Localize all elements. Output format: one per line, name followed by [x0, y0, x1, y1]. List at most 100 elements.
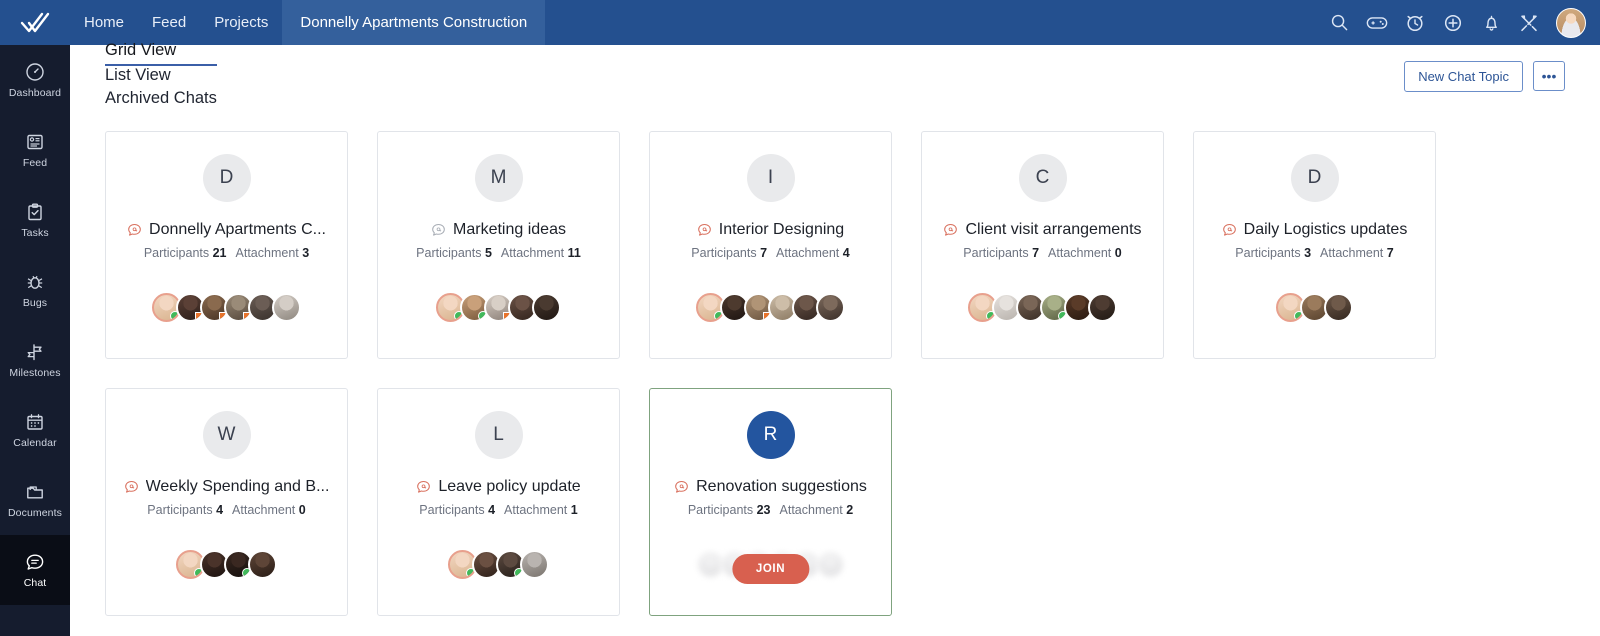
attachment-label: Attachment — [235, 246, 299, 260]
participant-avatars — [106, 550, 347, 579]
chat-avatar-initial: L — [474, 411, 523, 459]
chat-title-row: Daily Logistics updates — [1194, 221, 1435, 239]
participant-avatar[interactable] — [816, 550, 845, 579]
participant-avatars — [650, 293, 891, 322]
chat-title-row: Marketing ideas — [378, 221, 619, 239]
chat-avatar-initial: W — [202, 411, 251, 459]
sidebar-item-feed[interactable]: Feed — [0, 115, 70, 185]
chat-card[interactable]: I Interior Designing Participants 7 Attachm… — [649, 131, 892, 359]
mention-bubble-icon — [124, 480, 138, 493]
timer-clock-icon[interactable] — [1398, 6, 1432, 40]
user-avatar[interactable] — [1556, 7, 1586, 38]
participant-avatar[interactable] — [520, 550, 549, 579]
participants-label: Participants — [691, 246, 757, 260]
attachment-label: Attachment — [779, 503, 843, 517]
sidebar-item-tasks[interactable]: Tasks — [0, 185, 70, 255]
chat-avatar-initial: R — [746, 411, 795, 459]
game-controller-icon[interactable] — [1360, 6, 1394, 40]
chat-meta: Participants 23 Attachment 2 — [650, 503, 891, 517]
participants-count: 21 — [212, 246, 227, 260]
speedometer-icon — [25, 62, 45, 82]
calendar-icon — [25, 412, 45, 432]
attachment-count: 4 — [842, 246, 850, 260]
attachment-count: 0 — [298, 503, 306, 517]
signpost-icon — [25, 342, 45, 362]
chat-card[interactable]: R Renovation suggestions Participants 23 At… — [649, 388, 892, 616]
chat-card[interactable]: C Client visit arrangements Participants 7… — [921, 131, 1164, 359]
sidebar-item-chat[interactable]: Chat — [0, 535, 70, 605]
chat-card[interactable]: L Leave policy update Participants 4 Attach… — [377, 388, 620, 616]
participant-avatars — [106, 293, 347, 322]
topnav-item-projects[interactable]: Projects — [200, 0, 282, 45]
chat-avatar-initial: M — [474, 154, 523, 202]
chat-meta: Participants 7 Attachment 0 — [922, 246, 1163, 260]
topnav-item-donnelly-apartments-construction[interactable]: Donnelly Apartments Construction — [282, 0, 546, 45]
participant-avatars — [378, 550, 619, 579]
participants-count: 3 — [1304, 246, 1312, 260]
topnav-item-feed[interactable]: Feed — [138, 0, 200, 45]
view-tabs: Grid View List View Archived Chats — [105, 41, 245, 112]
participants-label: Participants — [416, 246, 482, 260]
sidebar-item-bugs[interactable]: Bugs — [0, 255, 70, 325]
sidebar-item-label: Bugs — [22, 296, 48, 309]
participant-avatar[interactable] — [532, 293, 561, 322]
tab-list-view[interactable]: List View — [105, 66, 217, 89]
sidebar-item-milestones[interactable]: Milestones — [0, 325, 70, 395]
participant-avatars — [378, 293, 619, 322]
chat-meta: Participants 21 Attachment 3 — [106, 246, 347, 260]
chat-card[interactable]: M Marketing ideas Participants 5 Attachment… — [377, 131, 620, 359]
participant-avatar[interactable] — [248, 550, 277, 579]
search-icon[interactable] — [1322, 6, 1356, 40]
attachment-label: Attachment — [232, 503, 296, 517]
chat-title: Daily Logistics updates — [1243, 221, 1408, 238]
chat-title: Weekly Spending and B... — [145, 478, 330, 495]
add-plus-icon[interactable] — [1436, 6, 1470, 40]
notifications-bell-icon[interactable] — [1474, 6, 1508, 40]
chat-card[interactable]: D Daily Logistics updates Participants 3 At… — [1193, 131, 1436, 359]
sidebar-item-documents[interactable]: Documents — [0, 465, 70, 535]
sidebar-item-label: Documents — [7, 506, 62, 519]
chat-meta: Participants 4 Attachment 1 — [378, 503, 619, 517]
sidebar-item-dashboard[interactable]: Dashboard — [0, 45, 70, 115]
chat-meta: Participants 4 Attachment 0 — [106, 503, 347, 517]
chat-avatar-initial: D — [1290, 154, 1339, 202]
attachment-count: 11 — [567, 246, 581, 260]
chat-card[interactable]: W Weekly Spending and B... Participants 4A… — [105, 388, 348, 616]
chat-avatar-initial: D — [202, 154, 251, 202]
participant-avatar[interactable] — [816, 293, 845, 322]
participants-count: 5 — [484, 246, 492, 260]
tab-archived-chats[interactable]: Archived Chats — [105, 89, 217, 112]
sub-header: Grid View List View Archived Chats New Cha… — [70, 41, 1600, 107]
top-bar: Home Feed Projects Donnelly Apartments Cons… — [0, 0, 1600, 45]
chat-title: Marketing ideas — [453, 221, 566, 238]
chat-title: Interior Designing — [718, 221, 845, 238]
chat-avatar-initial: I — [746, 154, 795, 202]
attachment-label: Attachment — [500, 246, 565, 260]
chat-title-row: Interior Designing — [650, 221, 891, 239]
left-sidebar: Dashboard Feed Tasks Bugs Milestones Calendar… — [0, 45, 70, 636]
participant-avatar[interactable] — [272, 293, 301, 322]
sidebar-item-label: Feed — [22, 156, 48, 169]
participant-avatars — [922, 293, 1163, 322]
participant-avatar[interactable] — [1088, 293, 1117, 322]
header-actions: New Chat Topic ••• — [1404, 60, 1565, 92]
topnav-item-home[interactable]: Home — [70, 0, 138, 45]
more-options-button[interactable]: ••• — [1533, 61, 1565, 91]
chat-title: Donnelly Apartments C... — [149, 221, 326, 238]
join-chat-button[interactable]: JOIN — [731, 554, 810, 584]
participants-label: Participants — [963, 246, 1029, 260]
chat-card[interactable]: D Donnelly Apartments C... Participants 21… — [105, 131, 348, 359]
tab-grid-view[interactable]: Grid View — [105, 41, 217, 66]
participant-avatar[interactable] — [1324, 293, 1353, 322]
tools-settings-icon[interactable] — [1512, 6, 1546, 40]
sidebar-item-label: Milestones — [9, 366, 61, 379]
participants-label: Participants — [143, 246, 210, 260]
sidebar-item-calendar[interactable]: Calendar — [0, 395, 70, 465]
chat-meta: Participants 5 Attachment 11 — [378, 246, 619, 260]
app-logo[interactable] — [0, 0, 70, 45]
attachment-count: 3 — [302, 246, 310, 260]
top-icon-bar — [1322, 0, 1600, 45]
new-chat-topic-button[interactable]: New Chat Topic — [1404, 60, 1523, 92]
chat-title-row: Renovation suggestions — [650, 478, 891, 496]
sidebar-item-label: Chat — [23, 576, 47, 589]
